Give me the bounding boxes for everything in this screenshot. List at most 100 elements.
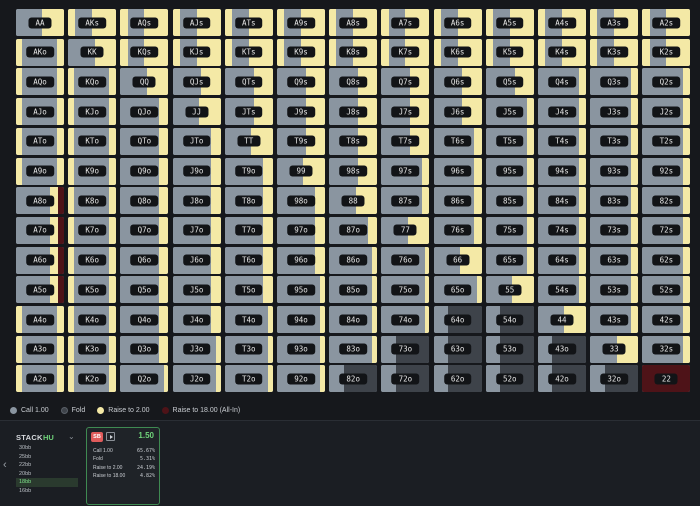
hand-cell[interactable]: 42s [642,306,691,333]
stack-item[interactable]: 25bb [16,453,78,462]
hand-cell[interactable]: Q9o [120,157,169,185]
hand-cell[interactable]: 33 [590,335,639,363]
hand-cell[interactable]: 97s [381,157,430,185]
hand-cell[interactable]: 96s [433,157,482,185]
hand-cell[interactable]: 92s [642,157,691,185]
hand-cell[interactable]: A6s [433,9,482,36]
hand-cell[interactable]: K4s [538,38,586,66]
hand-cell[interactable]: AQo [16,68,64,96]
hand-cell[interactable]: 88 [329,187,378,215]
hand-cell[interactable]: 63s [590,246,639,274]
hand-cell[interactable]: A2o [16,365,64,393]
hand-cell[interactable]: A9o [16,157,64,185]
hand-cell[interactable]: 93o [277,335,325,363]
hand-cell[interactable]: A4o [16,306,64,333]
hand-cell[interactable]: A2s [642,9,691,36]
hand-cell[interactable]: T5s [485,127,534,155]
hand-cell[interactable]: 43s [590,306,639,333]
hand-cell[interactable]: QJs [172,68,221,96]
hand-cell[interactable]: T6s [433,127,482,155]
hand-cell[interactable]: 64s [538,246,586,274]
hand-cell[interactable]: 74o [381,306,430,333]
hand-cell[interactable]: J6s [433,98,482,126]
hand-cell[interactable]: J9o [172,157,221,185]
stack-item[interactable]: 20bb [16,470,78,479]
hand-cell[interactable]: Q6o [120,246,169,274]
hand-cell[interactable]: 72s [642,216,691,244]
hand-cell[interactable]: J4o [172,306,221,333]
hand-cell[interactable]: T5o [224,276,273,304]
hand-cell[interactable]: J8o [172,187,221,215]
hand-cell[interactable]: A3s [590,9,639,36]
hand-cell[interactable]: AJs [172,9,221,36]
hand-cell[interactable]: 66 [433,246,482,274]
chevron-down-icon[interactable]: ⌄ [68,432,75,441]
hand-cell[interactable]: 62o [433,365,482,393]
hand-cell[interactable]: Q3o [120,335,169,363]
hand-cell[interactable]: 98o [277,187,325,215]
hand-cell[interactable]: J8s [329,98,378,126]
hand-cell[interactable]: TT [224,127,273,155]
hand-cell[interactable]: ATs [224,9,273,36]
hand-cell[interactable]: J5o [172,276,221,304]
hand-cell[interactable]: 99 [277,157,325,185]
hand-cell[interactable]: A6o [16,246,64,274]
hand-cell[interactable]: Q2s [642,68,691,96]
stack-item[interactable]: 22bb [16,461,78,470]
hand-cell[interactable]: K9s [277,38,325,66]
stack-mode[interactable]: HU [43,433,54,442]
hand-cell[interactable]: K2o [68,365,117,393]
hand-cell[interactable]: 82s [642,187,691,215]
stack-item-selected[interactable]: 18bb [16,478,78,487]
hand-cell[interactable]: Q5o [120,276,169,304]
hand-cell[interactable]: 87s [381,187,430,215]
hand-cell[interactable]: 54s [538,276,586,304]
hand-cell[interactable]: 72o [381,365,430,393]
hand-cell[interactable]: 84s [538,187,586,215]
hand-cell[interactable]: Q3s [590,68,639,96]
hand-cell[interactable]: 87o [329,216,378,244]
hand-cell[interactable]: K3o [68,335,117,363]
hand-cell[interactable]: A4s [538,9,586,36]
hand-cell[interactable]: 54o [485,306,534,333]
hand-cell[interactable]: J7s [381,98,430,126]
hand-cell[interactable]: 73o [381,335,430,363]
hand-cell[interactable]: K5s [485,38,534,66]
hand-cell[interactable]: 65s [485,246,534,274]
hand-cell[interactable]: 53s [590,276,639,304]
hand-cell[interactable]: A7o [16,216,64,244]
hand-cell[interactable]: JTs [224,98,273,126]
hand-cell[interactable]: K3s [590,38,639,66]
hand-cell[interactable]: 44 [538,306,586,333]
hand-cell[interactable]: Q5s [485,68,534,96]
hand-cell[interactable]: 84o [329,306,378,333]
hand-cell[interactable]: J4s [538,98,586,126]
hand-cell[interactable]: 94o [277,306,325,333]
hand-cell[interactable]: Q8o [120,187,169,215]
hand-cell[interactable]: KQo [68,68,117,96]
hand-cell[interactable]: 52o [485,365,534,393]
hand-cell[interactable]: QQ [120,68,169,96]
hand-cell[interactable]: 86s [433,187,482,215]
stack-item[interactable]: 16bb [16,487,78,496]
hand-cell[interactable]: 93s [590,157,639,185]
hand-cell[interactable]: T8s [329,127,378,155]
hand-cell[interactable]: Q9s [277,68,325,96]
hand-cell[interactable]: T2s [642,127,691,155]
hand-cell[interactable]: 76o [381,246,430,274]
hand-cell[interactable]: 85o [329,276,378,304]
hand-cell[interactable]: QJo [120,98,169,126]
hand-cell[interactable]: 65o [433,276,482,304]
hand-cell[interactable]: 86o [329,246,378,274]
hand-cell[interactable]: J6o [172,246,221,274]
hand-cell[interactable]: A3o [16,335,64,363]
hand-cell[interactable]: 94s [538,157,586,185]
hand-cell[interactable]: T4s [538,127,586,155]
hand-cell[interactable]: 32o [590,365,639,393]
hand-cell[interactable]: J7o [172,216,221,244]
hand-cell[interactable]: 73s [590,216,639,244]
hand-cell[interactable]: AKs [68,9,117,36]
hand-cell[interactable]: 82o [329,365,378,393]
hand-cell[interactable]: J2s [642,98,691,126]
hand-cell[interactable]: JJ [172,98,221,126]
